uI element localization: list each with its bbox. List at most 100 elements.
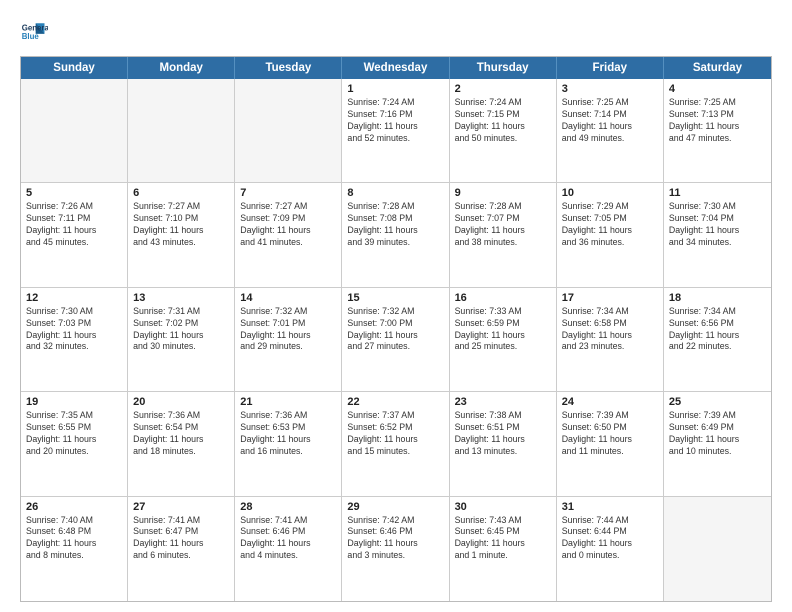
calendar-body: 1 Sunrise: 7:24 AM Sunset: 7:16 PM Daylig… bbox=[21, 79, 771, 601]
day-cell-16: 16 Sunrise: 7:33 AM Sunset: 6:59 PM Dayli… bbox=[450, 288, 557, 391]
day-number: 8 bbox=[347, 187, 443, 199]
day-cell-20: 20 Sunrise: 7:36 AM Sunset: 6:54 PM Dayli… bbox=[128, 392, 235, 495]
day-number: 10 bbox=[562, 187, 658, 199]
day-number: 24 bbox=[562, 396, 658, 408]
day-number: 9 bbox=[455, 187, 551, 199]
calendar-week-5: 26 Sunrise: 7:40 AM Sunset: 6:48 PM Dayli… bbox=[21, 497, 771, 601]
day-cell-10: 10 Sunrise: 7:29 AM Sunset: 7:05 PM Dayli… bbox=[557, 183, 664, 286]
day-number: 1 bbox=[347, 83, 443, 95]
weekday-header-tuesday: Tuesday bbox=[235, 57, 342, 79]
day-info: Sunrise: 7:39 AM Sunset: 6:49 PM Dayligh… bbox=[669, 410, 766, 458]
day-cell-24: 24 Sunrise: 7:39 AM Sunset: 6:50 PM Dayli… bbox=[557, 392, 664, 495]
logo: General Blue bbox=[20, 18, 48, 46]
day-info: Sunrise: 7:36 AM Sunset: 6:53 PM Dayligh… bbox=[240, 410, 336, 458]
day-number: 7 bbox=[240, 187, 336, 199]
day-number: 17 bbox=[562, 292, 658, 304]
day-info: Sunrise: 7:42 AM Sunset: 6:46 PM Dayligh… bbox=[347, 515, 443, 563]
weekday-header-thursday: Thursday bbox=[450, 57, 557, 79]
day-number: 11 bbox=[669, 187, 766, 199]
weekday-header-sunday: Sunday bbox=[21, 57, 128, 79]
day-cell-9: 9 Sunrise: 7:28 AM Sunset: 7:07 PM Daylig… bbox=[450, 183, 557, 286]
page: General Blue SundayMondayTuesdayWednesda… bbox=[0, 0, 792, 612]
day-number: 19 bbox=[26, 396, 122, 408]
day-number: 25 bbox=[669, 396, 766, 408]
day-cell-21: 21 Sunrise: 7:36 AM Sunset: 6:53 PM Dayli… bbox=[235, 392, 342, 495]
day-info: Sunrise: 7:40 AM Sunset: 6:48 PM Dayligh… bbox=[26, 515, 122, 563]
day-number: 26 bbox=[26, 501, 122, 513]
day-number: 4 bbox=[669, 83, 766, 95]
header: General Blue bbox=[20, 18, 772, 46]
day-info: Sunrise: 7:31 AM Sunset: 7:02 PM Dayligh… bbox=[133, 306, 229, 354]
day-cell-5: 5Sunrise: 7:26 AM Sunset: 7:11 PM Daylig… bbox=[21, 183, 128, 286]
day-info: Sunrise: 7:32 AM Sunset: 7:00 PM Dayligh… bbox=[347, 306, 443, 354]
day-cell-4: 4 Sunrise: 7:25 AM Sunset: 7:13 PM Daylig… bbox=[664, 79, 771, 182]
day-info: Sunrise: 7:26 AM Sunset: 7:11 PM Dayligh… bbox=[26, 201, 122, 249]
day-cell-1: 1 Sunrise: 7:24 AM Sunset: 7:16 PM Daylig… bbox=[342, 79, 449, 182]
day-number: 22 bbox=[347, 396, 443, 408]
day-info: Sunrise: 7:30 AM Sunset: 7:04 PM Dayligh… bbox=[669, 201, 766, 249]
calendar-week-1: 1 Sunrise: 7:24 AM Sunset: 7:16 PM Daylig… bbox=[21, 79, 771, 183]
day-cell-28: 28 Sunrise: 7:41 AM Sunset: 6:46 PM Dayli… bbox=[235, 497, 342, 601]
day-cell-11: 11 Sunrise: 7:30 AM Sunset: 7:04 PM Dayli… bbox=[664, 183, 771, 286]
day-info: Sunrise: 7:29 AM Sunset: 7:05 PM Dayligh… bbox=[562, 201, 658, 249]
day-number: 3 bbox=[562, 83, 658, 95]
day-info: Sunrise: 7:28 AM Sunset: 7:08 PM Dayligh… bbox=[347, 201, 443, 249]
day-cell-12: 12 Sunrise: 7:30 AM Sunset: 7:03 PM Dayli… bbox=[21, 288, 128, 391]
day-cell-25: 25 Sunrise: 7:39 AM Sunset: 6:49 PM Dayli… bbox=[664, 392, 771, 495]
empty-cell bbox=[21, 79, 128, 182]
day-number: 18 bbox=[669, 292, 766, 304]
day-number: 16 bbox=[455, 292, 551, 304]
day-number: 20 bbox=[133, 396, 229, 408]
day-info: Sunrise: 7:30 AM Sunset: 7:03 PM Dayligh… bbox=[26, 306, 122, 354]
day-info: Sunrise: 7:27 AM Sunset: 7:10 PM Dayligh… bbox=[133, 201, 229, 249]
day-info: Sunrise: 7:41 AM Sunset: 6:47 PM Dayligh… bbox=[133, 515, 229, 563]
day-cell-7: 7 Sunrise: 7:27 AM Sunset: 7:09 PM Daylig… bbox=[235, 183, 342, 286]
calendar-week-4: 19 Sunrise: 7:35 AM Sunset: 6:55 PM Dayli… bbox=[21, 392, 771, 496]
day-number: 2 bbox=[455, 83, 551, 95]
day-cell-2: 2 Sunrise: 7:24 AM Sunset: 7:15 PM Daylig… bbox=[450, 79, 557, 182]
day-cell-6: 6 Sunrise: 7:27 AM Sunset: 7:10 PM Daylig… bbox=[128, 183, 235, 286]
day-info: Sunrise: 7:37 AM Sunset: 6:52 PM Dayligh… bbox=[347, 410, 443, 458]
day-cell-22: 22 Sunrise: 7:37 AM Sunset: 6:52 PM Dayli… bbox=[342, 392, 449, 495]
day-info: Sunrise: 7:25 AM Sunset: 7:13 PM Dayligh… bbox=[669, 97, 766, 145]
day-cell-29: 29Sunrise: 7:42 AM Sunset: 6:46 PM Dayli… bbox=[342, 497, 449, 601]
empty-cell bbox=[128, 79, 235, 182]
svg-text:General: General bbox=[22, 23, 48, 32]
day-info: Sunrise: 7:33 AM Sunset: 6:59 PM Dayligh… bbox=[455, 306, 551, 354]
weekday-header-friday: Friday bbox=[557, 57, 664, 79]
day-number: 15 bbox=[347, 292, 443, 304]
logo-icon: General Blue bbox=[20, 18, 48, 46]
day-info: Sunrise: 7:34 AM Sunset: 6:56 PM Dayligh… bbox=[669, 306, 766, 354]
calendar-header: SundayMondayTuesdayWednesdayThursdayFrid… bbox=[21, 57, 771, 79]
day-info: Sunrise: 7:44 AM Sunset: 6:44 PM Dayligh… bbox=[562, 515, 658, 563]
day-info: Sunrise: 7:41 AM Sunset: 6:46 PM Dayligh… bbox=[240, 515, 336, 563]
day-info: Sunrise: 7:36 AM Sunset: 6:54 PM Dayligh… bbox=[133, 410, 229, 458]
day-number: 28 bbox=[240, 501, 336, 513]
day-cell-15: 15 Sunrise: 7:32 AM Sunset: 7:00 PM Dayli… bbox=[342, 288, 449, 391]
day-info: Sunrise: 7:24 AM Sunset: 7:15 PM Dayligh… bbox=[455, 97, 551, 145]
empty-cell bbox=[235, 79, 342, 182]
day-info: Sunrise: 7:25 AM Sunset: 7:14 PM Dayligh… bbox=[562, 97, 658, 145]
day-cell-17: 17Sunrise: 7:34 AM Sunset: 6:58 PM Dayli… bbox=[557, 288, 664, 391]
day-number: 13 bbox=[133, 292, 229, 304]
day-info: Sunrise: 7:39 AM Sunset: 6:50 PM Dayligh… bbox=[562, 410, 658, 458]
svg-text:Blue: Blue bbox=[22, 32, 40, 41]
day-cell-8: 8 Sunrise: 7:28 AM Sunset: 7:08 PM Daylig… bbox=[342, 183, 449, 286]
day-cell-18: 18 Sunrise: 7:34 AM Sunset: 6:56 PM Dayli… bbox=[664, 288, 771, 391]
day-info: Sunrise: 7:43 AM Sunset: 6:45 PM Dayligh… bbox=[455, 515, 551, 563]
weekday-header-monday: Monday bbox=[128, 57, 235, 79]
calendar-week-2: 5Sunrise: 7:26 AM Sunset: 7:11 PM Daylig… bbox=[21, 183, 771, 287]
day-cell-19: 19 Sunrise: 7:35 AM Sunset: 6:55 PM Dayli… bbox=[21, 392, 128, 495]
day-number: 21 bbox=[240, 396, 336, 408]
weekday-header-wednesday: Wednesday bbox=[342, 57, 449, 79]
day-cell-23: 23Sunrise: 7:38 AM Sunset: 6:51 PM Dayli… bbox=[450, 392, 557, 495]
day-info: Sunrise: 7:35 AM Sunset: 6:55 PM Dayligh… bbox=[26, 410, 122, 458]
day-info: Sunrise: 7:32 AM Sunset: 7:01 PM Dayligh… bbox=[240, 306, 336, 354]
day-number: 6 bbox=[133, 187, 229, 199]
day-cell-26: 26 Sunrise: 7:40 AM Sunset: 6:48 PM Dayli… bbox=[21, 497, 128, 601]
day-info: Sunrise: 7:24 AM Sunset: 7:16 PM Dayligh… bbox=[347, 97, 443, 145]
day-number: 12 bbox=[26, 292, 122, 304]
day-info: Sunrise: 7:28 AM Sunset: 7:07 PM Dayligh… bbox=[455, 201, 551, 249]
calendar-week-3: 12 Sunrise: 7:30 AM Sunset: 7:03 PM Dayli… bbox=[21, 288, 771, 392]
day-info: Sunrise: 7:27 AM Sunset: 7:09 PM Dayligh… bbox=[240, 201, 336, 249]
